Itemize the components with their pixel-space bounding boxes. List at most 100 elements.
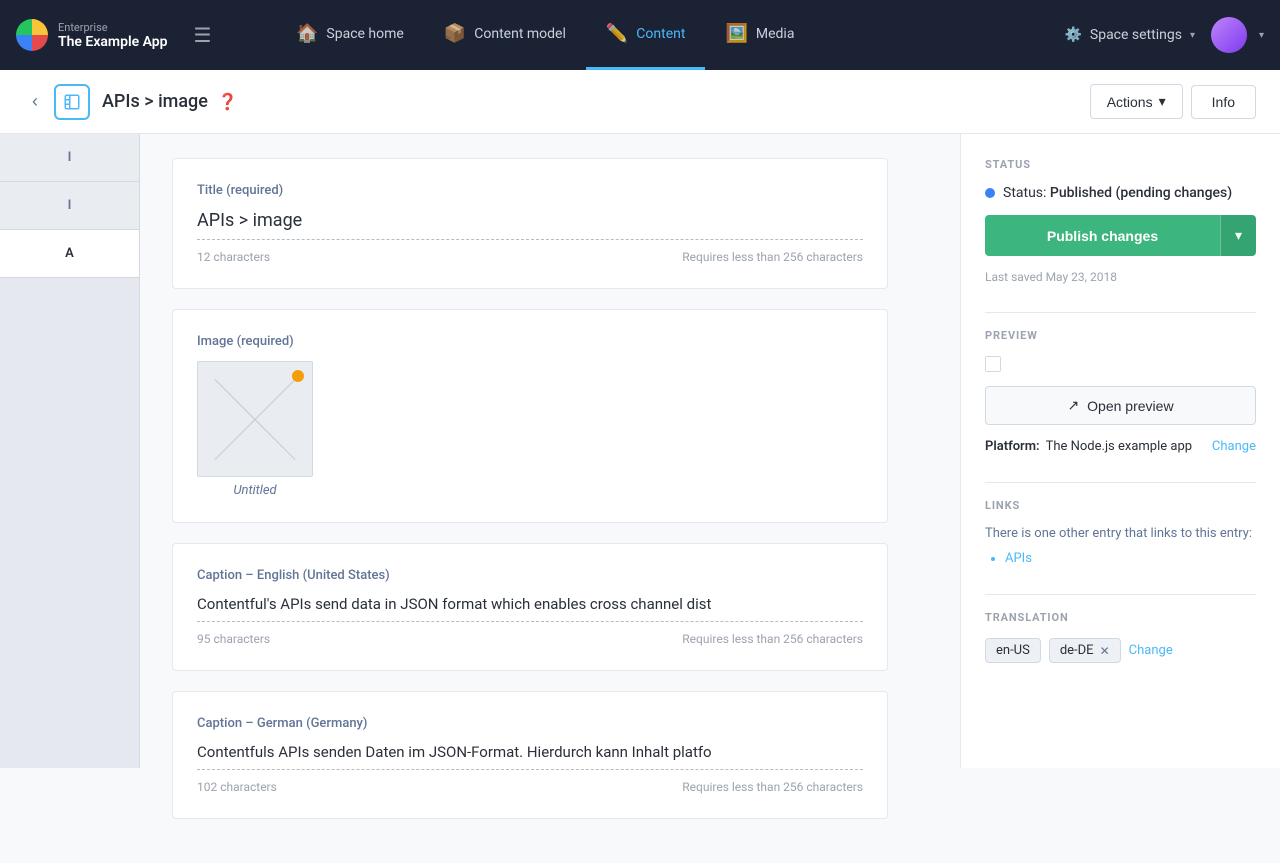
publish-dropdown-button[interactable]: ▾ xyxy=(1220,215,1256,256)
caption-german-value[interactable]: Contentfuls APIs senden Daten im JSON-Fo… xyxy=(197,743,863,761)
content-icon: ✏️ xyxy=(606,23,628,44)
open-preview-label: Open preview xyxy=(1087,398,1173,414)
links-list: APIs xyxy=(985,551,1256,566)
main-layout: Title (required) APIs > image 12 charact… xyxy=(0,134,1280,863)
avatar-image xyxy=(1211,17,1247,53)
preview-section-title: PREVIEW xyxy=(985,329,1256,342)
image-caption: Untitled xyxy=(197,483,313,498)
divider-2 xyxy=(985,482,1256,483)
back-button[interactable]: ‹ xyxy=(24,87,46,116)
image-status-dot xyxy=(292,370,304,382)
caption-english-meta: 95 characters Requires less than 256 cha… xyxy=(197,632,863,646)
links-section-title: LINKS xyxy=(985,499,1256,512)
caption-german-char-limit: Requires less than 256 characters xyxy=(682,780,863,794)
space-settings-nav-item[interactable]: ⚙️ Space settings ▾ xyxy=(1048,0,1211,70)
translation-tag-de-de-label: de-DE xyxy=(1060,643,1094,658)
links-description: There is one other entry that links to t… xyxy=(985,526,1256,541)
translation-change-link[interactable]: Change xyxy=(1129,643,1173,658)
status-value: Published (pending changes) xyxy=(1050,185,1232,201)
caption-german-field-group: Caption – German (Germany) Contentfuls A… xyxy=(172,691,888,819)
platform-value: The Node.js example app xyxy=(1046,439,1193,454)
info-button[interactable]: Info xyxy=(1191,85,1256,119)
title-char-limit: Requires less than 256 characters xyxy=(682,250,863,264)
platform-row: Platform: The Node.js example app Change xyxy=(985,439,1256,454)
status-label: Status: xyxy=(1003,185,1050,201)
nav-item-content-model[interactable]: 📦 Content model xyxy=(424,0,586,70)
nav-item-space-home-label: Space home xyxy=(326,26,403,42)
image-field-group: Image (required) Untitled xyxy=(172,309,888,523)
top-nav: Enterprise The Example App ☰ 🏠 Space hom… xyxy=(0,0,1280,70)
home-icon: 🏠 xyxy=(296,23,318,44)
sidebar-tab-1[interactable]: I xyxy=(0,134,139,182)
caption-english-label: Caption – English (United States) xyxy=(197,568,863,583)
form-area: Title (required) APIs > image 12 charact… xyxy=(140,134,920,863)
sidebar-tab-1-label: I xyxy=(68,150,72,165)
space-settings-label: Space settings xyxy=(1090,27,1182,43)
image-thumb-wrap[interactable]: Untitled xyxy=(197,361,313,498)
caption-german-meta: 102 characters Requires less than 256 ch… xyxy=(197,780,863,794)
info-label: Info xyxy=(1212,94,1235,110)
actions-label: Actions xyxy=(1107,94,1153,110)
caption-english-char-limit: Requires less than 256 characters xyxy=(682,632,863,646)
avatar-chevron-icon: ▾ xyxy=(1259,30,1264,41)
right-panel: STATUS Status: Published (pending change… xyxy=(960,134,1280,768)
publish-button-label: Publish changes xyxy=(1047,228,1158,244)
gear-icon: ⚙️ xyxy=(1064,27,1081,43)
caption-english-field-group: Caption – English (United States) Conten… xyxy=(172,543,888,671)
sidebar-tab-2[interactable]: I xyxy=(0,182,139,230)
preview-section: PREVIEW ↗ Open preview Platform: The Nod… xyxy=(985,329,1256,454)
title-field-meta: 12 characters Requires less than 256 cha… xyxy=(197,250,863,264)
preview-checkbox[interactable] xyxy=(985,356,1001,372)
help-icon[interactable]: ❓ xyxy=(218,92,238,111)
nav-right: ▾ xyxy=(1211,17,1264,53)
brand-text: Enterprise The Example App xyxy=(58,21,168,50)
link-item-apis[interactable]: APIs xyxy=(1005,551,1256,566)
translation-section: TRANSLATION en-US de-DE ✕ Change xyxy=(985,611,1256,663)
header-action-buttons: Actions ▾ Info xyxy=(1090,84,1256,119)
sidebar-tab-3[interactable]: A xyxy=(0,230,139,278)
open-preview-button[interactable]: ↗ Open preview xyxy=(985,386,1256,425)
media-icon: 🖼️ xyxy=(725,23,747,44)
publish-button[interactable]: Publish changes xyxy=(985,215,1220,256)
publish-btn-group: Publish changes ▾ xyxy=(985,215,1256,256)
brand-logo xyxy=(16,19,48,51)
nav-items: 🏠 Space home 📦 Content model ✏️ Content … xyxy=(276,0,1048,70)
nav-item-content[interactable]: ✏️ Content xyxy=(586,0,706,70)
hamburger-button[interactable]: ☰ xyxy=(186,19,220,52)
left-sidebar: I I A xyxy=(0,134,140,768)
nav-item-space-home[interactable]: 🏠 Space home xyxy=(276,0,424,70)
links-section: LINKS There is one other entry that link… xyxy=(985,499,1256,566)
caption-german-char-count: 102 characters xyxy=(197,780,277,794)
actions-button[interactable]: Actions ▾ xyxy=(1090,84,1183,119)
publish-dropdown-icon: ▾ xyxy=(1235,227,1242,243)
divider-1 xyxy=(985,312,1256,313)
caption-english-char-count: 95 characters xyxy=(197,632,270,646)
translation-section-title: TRANSLATION xyxy=(985,611,1256,624)
title-field-value[interactable]: APIs > image xyxy=(197,210,863,231)
caption-german-divider xyxy=(197,769,863,770)
caption-english-divider xyxy=(197,621,863,622)
translation-tag-en-us[interactable]: en-US xyxy=(985,638,1041,663)
image-field-wrap: Untitled xyxy=(197,361,863,498)
platform-change-link[interactable]: Change xyxy=(1212,439,1256,454)
status-text: Status: Published (pending changes) xyxy=(1003,185,1232,201)
caption-english-value[interactable]: Contentful's APIs send data in JSON form… xyxy=(197,595,863,613)
actions-chevron-icon: ▾ xyxy=(1159,93,1166,110)
brand-enterprise-label: Enterprise xyxy=(58,21,168,34)
caption-german-label: Caption – German (Germany) xyxy=(197,716,863,731)
platform-label: Platform: xyxy=(985,439,1040,454)
title-char-count: 12 characters xyxy=(197,250,270,264)
avatar[interactable] xyxy=(1211,17,1247,53)
preview-checkbox-row xyxy=(985,356,1256,372)
nav-item-content-model-label: Content model xyxy=(474,26,566,42)
title-field-divider xyxy=(197,239,863,240)
divider-3 xyxy=(985,594,1256,595)
chevron-down-icon: ▾ xyxy=(1190,30,1195,41)
translation-tag-de-de[interactable]: de-DE ✕ xyxy=(1049,638,1121,663)
status-section-title: STATUS xyxy=(985,158,1256,171)
status-section: STATUS Status: Published (pending change… xyxy=(985,158,1256,284)
translation-tag-de-de-close-icon[interactable]: ✕ xyxy=(1100,644,1110,658)
translation-tag-en-us-label: en-US xyxy=(996,643,1030,658)
nav-item-media[interactable]: 🖼️ Media xyxy=(705,0,814,70)
entry-title: APIs > image xyxy=(102,91,208,112)
